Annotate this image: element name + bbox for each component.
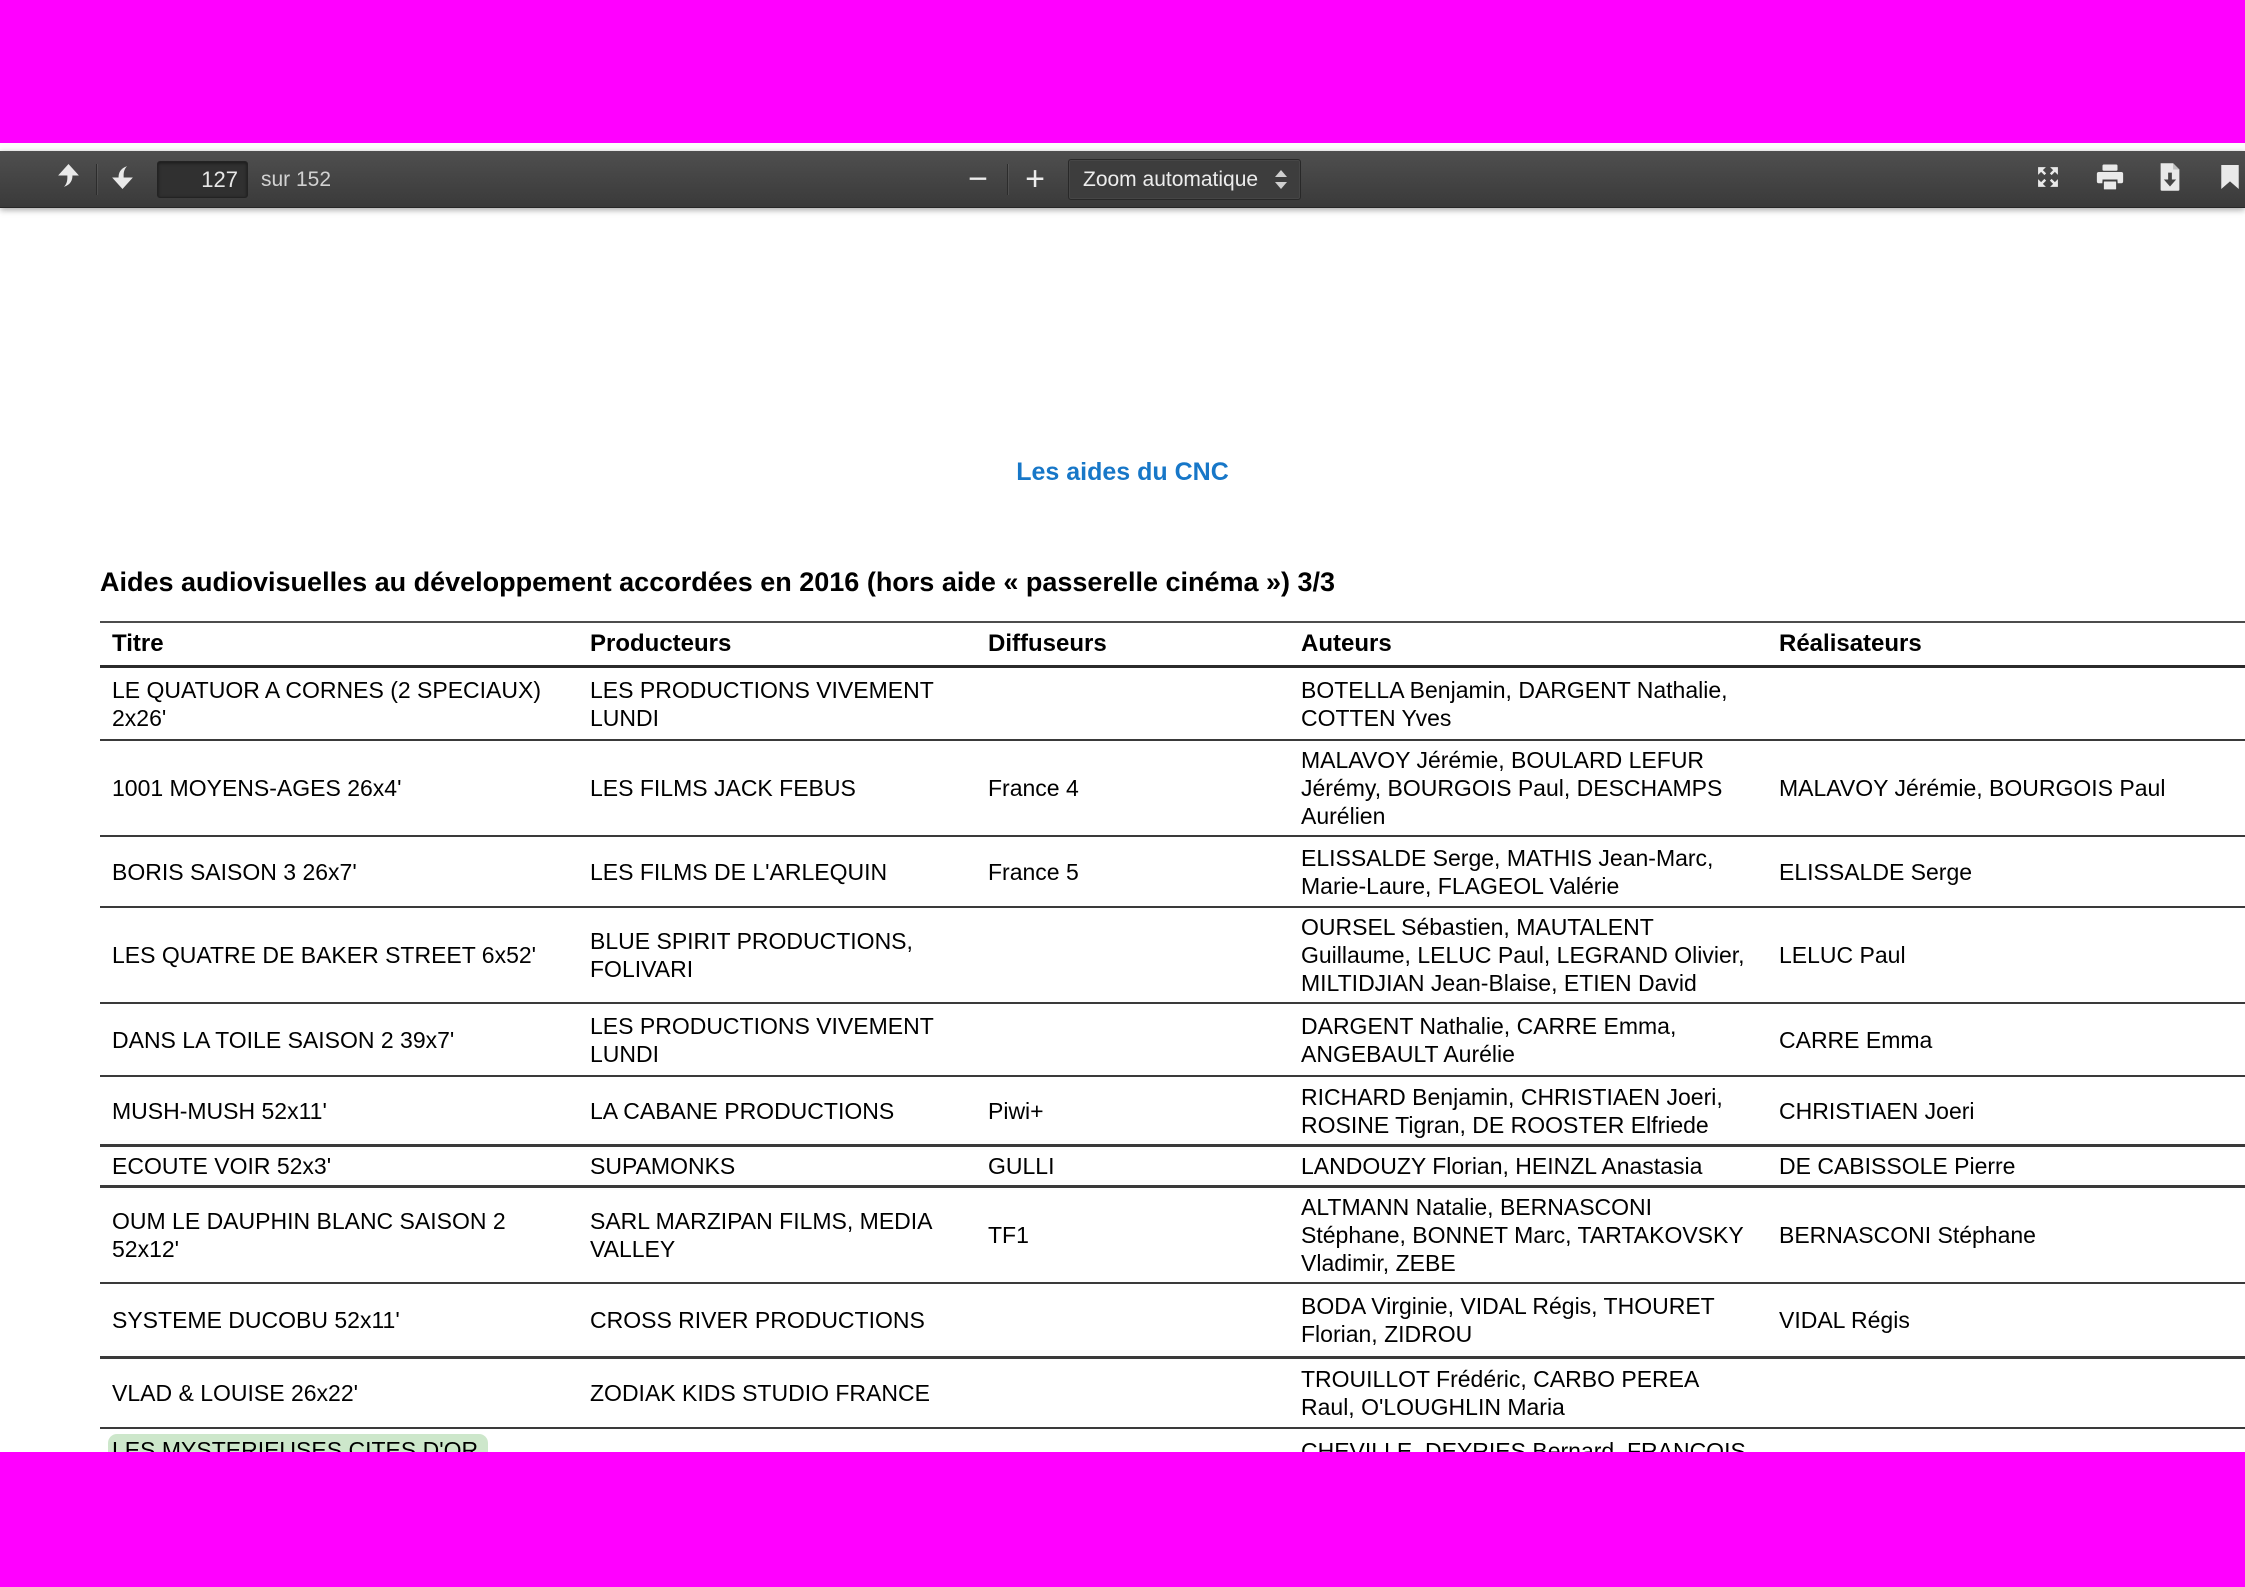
cell-diffuseurs — [976, 1284, 1289, 1356]
up-arrow-icon — [56, 163, 81, 195]
cell-auteurs: LANDOUZY Florian, HEINZL Anastasia — [1289, 1147, 1767, 1185]
bookmark-button[interactable] — [2208, 157, 2245, 201]
cell-auteurs: DARGENT Nathalie, CARRE Emma, ANGEBAULT … — [1289, 1004, 1767, 1075]
cell-titre: BORIS SAISON 3 26x7' — [100, 837, 578, 906]
table-row: LE QUATUOR A CORNES (2 SPECIAUX) 2x26'LE… — [100, 668, 2245, 741]
cell-producteurs: ZODIAK KIDS STUDIO FRANCE — [578, 1359, 976, 1427]
chevron-up-down-icon — [1268, 170, 1294, 189]
table-row: ECOUTE VOIR 52x3'SUPAMONKSGULLILANDOUZY … — [100, 1147, 2245, 1188]
header-realisateurs: Réalisateurs — [1767, 623, 2245, 665]
plus-icon: + — [1025, 162, 1045, 196]
cell-producteurs: CROSS RIVER PRODUCTIONS — [578, 1284, 976, 1356]
cell-producteurs: SUPAMONKS — [578, 1147, 976, 1185]
cell-diffuseurs: Piwi+ — [976, 1077, 1289, 1144]
cell-titre: OUM LE DAUPHIN BLANC SAISON 2 52x12' — [100, 1188, 578, 1282]
cell-titre: 1001 MOYENS-AGES 26x4' — [100, 741, 578, 835]
cell-realisateurs: BERNASCONI Stéphane — [1767, 1188, 2245, 1282]
cell-realisateurs: ELISSALDE Serge — [1767, 837, 2245, 906]
cell-titre: DANS LA TOILE SAISON 2 39x7' — [100, 1004, 578, 1075]
table-row: LES QUATRE DE BAKER STREET 6x52'BLUE SPI… — [100, 908, 2245, 1004]
cell-auteurs: OURSEL Sébastien, MAUTALENT Guillaume, L… — [1289, 908, 1767, 1002]
header-diffuseurs: Diffuseurs — [976, 623, 1289, 665]
cell-realisateurs: CHRISTIAEN Joeri — [1767, 1077, 2245, 1144]
cell-producteurs: LES PRODUCTIONS VIVEMENT LUNDI — [578, 1004, 976, 1075]
cell-auteurs: BOTELLA Benjamin, DARGENT Nathalie, COTT… — [1289, 668, 1767, 739]
printer-icon — [2095, 162, 2125, 197]
aid-table: Titre Producteurs Diffuseurs Auteurs Réa… — [100, 621, 2245, 1572]
cell-producteurs: BLUE SPIRIT PRODUCTIONS, FOLIVARI — [578, 908, 976, 1002]
table-row: 1001 MOYENS-AGES 26x4'LES FILMS JACK FEB… — [100, 741, 2245, 837]
frame-band-top — [0, 0, 2245, 143]
cell-auteurs: MALAVOY Jérémie, BOULARD LEFUR Jérémy, B… — [1289, 741, 1767, 835]
zoom-out-button[interactable]: − — [956, 157, 1000, 201]
page-count-label: sur 152 — [261, 151, 331, 208]
browser-chrome-strip — [0, 143, 2245, 151]
cell-titre: LE QUATUOR A CORNES (2 SPECIAUX) 2x26' — [100, 668, 578, 739]
cell-auteurs: TROUILLOT Frédéric, CARBO PEREA Raul, O'… — [1289, 1359, 1767, 1427]
cell-titre: ECOUTE VOIR 52x3' — [100, 1147, 578, 1185]
frame-band-bottom — [0, 1452, 2245, 1587]
cell-realisateurs — [1767, 1359, 2245, 1427]
cell-realisateurs — [1767, 668, 2245, 739]
cell-titre: SYSTEME DUCOBU 52x11' — [100, 1284, 578, 1356]
download-icon — [2157, 162, 2183, 197]
zoom-in-button[interactable]: + — [1013, 157, 1057, 201]
pdf-page: Les aides du CNC Aides audiovisuelles au… — [0, 208, 2245, 1452]
zoom-select[interactable]: Zoom automatique — [1068, 159, 1301, 200]
previous-page-button[interactable] — [46, 157, 90, 201]
minus-icon: − — [968, 162, 988, 196]
table-body: LE QUATUOR A CORNES (2 SPECIAUX) 2x26'LE… — [100, 668, 2245, 1572]
table-row: BORIS SAISON 3 26x7'LES FILMS DE L'ARLEQ… — [100, 837, 2245, 908]
cell-diffuseurs — [976, 1359, 1289, 1427]
zoom-select-value: Zoom automatique — [1069, 168, 1268, 192]
cell-diffuseurs — [976, 1004, 1289, 1075]
header-titre: Titre — [100, 623, 578, 665]
cell-producteurs: LES PRODUCTIONS VIVEMENT LUNDI — [578, 668, 976, 739]
cell-producteurs: LES FILMS DE L'ARLEQUIN — [578, 837, 976, 906]
cell-diffuseurs — [976, 668, 1289, 739]
expand-arrows-icon — [2034, 163, 2062, 196]
print-button[interactable] — [2088, 157, 2132, 201]
cell-realisateurs: MALAVOY Jérémie, BOURGOIS Paul — [1767, 741, 2245, 835]
cell-titre: VLAD & LOUISE 26x22' — [100, 1359, 578, 1427]
cell-diffuseurs: France 4 — [976, 741, 1289, 835]
cell-realisateurs: LELUC Paul — [1767, 908, 2245, 1002]
cell-auteurs: ALTMANN Natalie, BERNASCONI Stéphane, BO… — [1289, 1188, 1767, 1282]
toolbar-separator — [1007, 164, 1008, 195]
down-arrow-icon — [110, 163, 135, 195]
cell-titre: LES QUATRE DE BAKER STREET 6x52' — [100, 908, 578, 1002]
cell-diffuseurs: GULLI — [976, 1147, 1289, 1185]
cell-producteurs: SARL MARZIPAN FILMS, MEDIA VALLEY — [578, 1188, 976, 1282]
next-page-button[interactable] — [100, 157, 144, 201]
table-row: VLAD & LOUISE 26x22'ZODIAK KIDS STUDIO F… — [100, 1359, 2245, 1429]
table-row: OUM LE DAUPHIN BLANC SAISON 2 52x12'SARL… — [100, 1188, 2245, 1284]
header-auteurs: Auteurs — [1289, 623, 1767, 665]
toolbar-separator — [96, 164, 97, 195]
cell-realisateurs: CARRE Emma — [1767, 1004, 2245, 1075]
cell-producteurs: LES FILMS JACK FEBUS — [578, 741, 976, 835]
table-header-row: Titre Producteurs Diffuseurs Auteurs Réa… — [100, 621, 2245, 668]
cell-auteurs: ELISSALDE Serge, MATHIS Jean-Marc, Marie… — [1289, 837, 1767, 906]
table-row: SYSTEME DUCOBU 52x11'CROSS RIVER PRODUCT… — [100, 1284, 2245, 1359]
table-row: MUSH-MUSH 52x11'LA CABANE PRODUCTIONSPiw… — [100, 1077, 2245, 1147]
cell-titre: MUSH-MUSH 52x11' — [100, 1077, 578, 1144]
table-row: DANS LA TOILE SAISON 2 39x7'LES PRODUCTI… — [100, 1004, 2245, 1077]
cell-diffuseurs: France 5 — [976, 837, 1289, 906]
cell-realisateurs: VIDAL Régis — [1767, 1284, 2245, 1356]
cell-auteurs: RICHARD Benjamin, CHRISTIAEN Joeri, ROSI… — [1289, 1077, 1767, 1144]
cell-producteurs: LA CABANE PRODUCTIONS — [578, 1077, 976, 1144]
presentation-mode-button[interactable] — [2026, 157, 2070, 201]
bookmark-icon — [2221, 165, 2239, 194]
pdf-toolbar: sur 152 − + Zoom automatique — [0, 151, 2245, 208]
cell-realisateurs: DE CABISSOLE Pierre — [1767, 1147, 2245, 1185]
cell-diffuseurs — [976, 908, 1289, 1002]
header-producteurs: Producteurs — [578, 623, 976, 665]
page-number-input[interactable] — [157, 161, 248, 198]
doc-title: Les aides du CNC — [0, 458, 2245, 487]
download-button[interactable] — [2148, 157, 2192, 201]
cell-auteurs: BODA Virginie, VIDAL Régis, THOURET Flor… — [1289, 1284, 1767, 1356]
cell-diffuseurs: TF1 — [976, 1188, 1289, 1282]
section-heading: Aides audiovisuelles au développement ac… — [100, 566, 2215, 598]
screenshot-root: sur 152 − + Zoom automatique — [0, 0, 2245, 1587]
